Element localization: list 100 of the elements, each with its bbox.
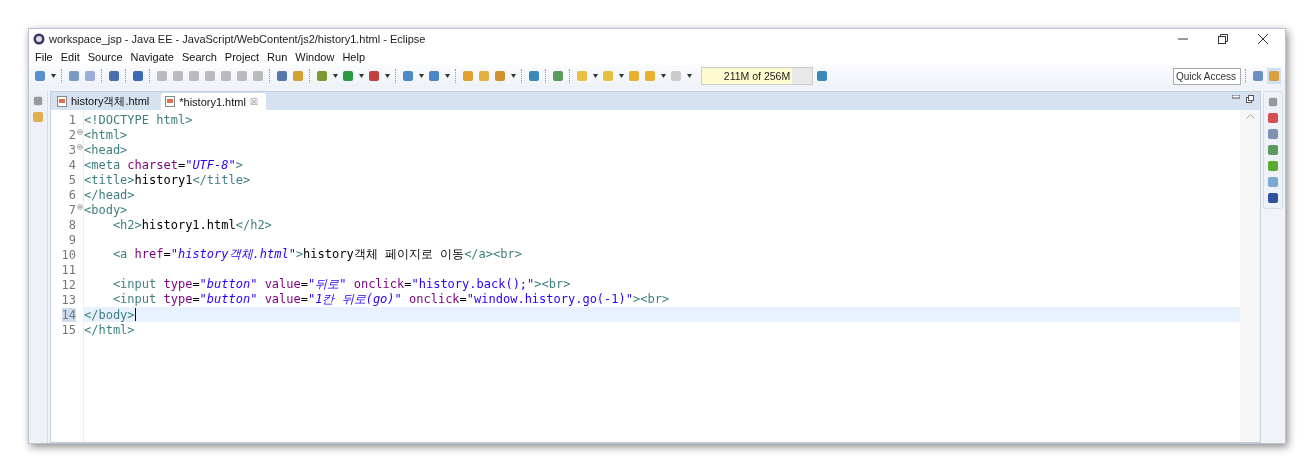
- toolbar-button[interactable]: [131, 68, 145, 84]
- line-number: 8: [68, 217, 76, 232]
- view-icon: [1267, 176, 1279, 188]
- code-line: </body>: [84, 307, 135, 322]
- toolbar-button[interactable]: [527, 68, 541, 84]
- code-line: <!DOCTYPE html>: [84, 112, 193, 127]
- dropdown-caret-icon: [332, 74, 338, 78]
- toolbar-button[interactable]: [275, 68, 289, 84]
- toolbar-icon: [428, 70, 440, 82]
- close-tab-icon[interactable]: ☒: [249, 96, 258, 107]
- line-number: 4: [68, 157, 76, 172]
- code-line: </head>: [84, 187, 135, 202]
- menu-item[interactable]: File: [31, 51, 57, 63]
- toolbar-icon: [84, 70, 96, 82]
- code-line: <a href="history객체.html">history객체 페이지로 이동</a><br>: [111, 246, 522, 263]
- toolbar-button[interactable]: [291, 68, 305, 84]
- collapse-icon[interactable]: [77, 144, 83, 150]
- toolbar-icon: [816, 70, 828, 82]
- toolbar-icon: [1268, 70, 1280, 82]
- code-line: <input type="button" value="뒤로" onclick="history.back();"><br>: [111, 276, 571, 293]
- app-icon: [33, 33, 45, 45]
- toolbar-icon: [220, 70, 232, 82]
- toolbar-icon: [628, 70, 640, 82]
- line-number: 5: [68, 172, 76, 187]
- line-number: 1: [68, 112, 76, 127]
- toolbar-button[interactable]: [367, 68, 381, 84]
- collapse-icon[interactable]: [77, 204, 83, 210]
- toolbar-icon: [552, 70, 564, 82]
- toolbar-icon: [204, 70, 216, 82]
- toolbar-icon: [1252, 70, 1264, 82]
- toolbar-icon: [292, 70, 304, 82]
- toolbar-icon: [644, 70, 656, 82]
- html-file-icon: [57, 96, 67, 107]
- dropdown-caret-icon: [592, 74, 598, 78]
- quick-access-field[interactable]: Quick Access: [1173, 67, 1241, 85]
- menu-item[interactable]: Run: [263, 51, 292, 63]
- scroll-up-icon[interactable]: [1245, 114, 1255, 119]
- menu-item[interactable]: Edit: [56, 51, 84, 63]
- toolbar-icon: [528, 70, 540, 82]
- view-icon: [1267, 192, 1279, 204]
- line-number: 14: [61, 307, 76, 322]
- menu-item[interactable]: Project: [220, 51, 264, 63]
- code-line: <head>: [84, 142, 128, 157]
- code-line: <title>history1</title>: [84, 172, 251, 187]
- toolbar-icon: [602, 70, 614, 82]
- menu-item[interactable]: Search: [178, 51, 221, 63]
- dropdown-caret-icon: [50, 74, 56, 78]
- line-number: 6: [68, 187, 76, 202]
- toolbar-icon: [108, 70, 120, 82]
- garbage-collect-button[interactable]: [815, 68, 829, 84]
- perspective-button[interactable]: [1251, 68, 1265, 84]
- perspective-button[interactable]: [1267, 68, 1281, 84]
- toolbar-icon: [252, 70, 264, 82]
- editor-tab[interactable]: history객체.html: [53, 93, 158, 110]
- toolbar-button[interactable]: [83, 68, 97, 84]
- toolbar-button[interactable]: [401, 68, 415, 84]
- line-number: 7: [68, 202, 76, 217]
- code-line: <h2>history1.html</h2>: [111, 217, 272, 232]
- toolbar-button[interactable]: [551, 68, 565, 84]
- menu-item[interactable]: Help: [338, 51, 370, 63]
- menu-item[interactable]: Window: [291, 51, 339, 63]
- view-icon: [1267, 144, 1279, 156]
- line-number: 11: [61, 262, 76, 277]
- toolbar-button[interactable]: [67, 68, 81, 84]
- html-file-icon: [165, 96, 176, 107]
- toolbar-button[interactable]: [461, 68, 475, 84]
- toolbar-icon: [172, 70, 184, 82]
- view-icon: [1267, 128, 1279, 140]
- dropdown-caret-icon: [686, 74, 692, 78]
- toolbar-icon: [478, 70, 490, 82]
- dropdown-caret-icon: [444, 74, 450, 78]
- window-title: workspace_jsp - Java EE - JavaScript/WebContent/js2/history1.html - Eclipse: [49, 33, 427, 45]
- line-number: 3: [68, 142, 76, 157]
- toolbar-icon: [462, 70, 474, 82]
- toolbar-icon: [34, 70, 46, 82]
- dropdown-caret-icon: [358, 74, 364, 78]
- close-icon[interactable]: [1258, 34, 1268, 44]
- maximize-icon[interactable]: [1246, 95, 1254, 103]
- toolbar-icon: [368, 70, 380, 82]
- heap-reading: 211M of 256M: [723, 70, 791, 82]
- toolbar-icon: [494, 70, 506, 82]
- view-icon: [1267, 160, 1279, 172]
- toolbar-button[interactable]: [107, 68, 121, 84]
- collapse-icon[interactable]: [77, 129, 83, 135]
- dropdown-caret-icon: [510, 74, 516, 78]
- minimize-icon[interactable]: [1232, 95, 1240, 99]
- toolbar-button[interactable]: [427, 68, 441, 84]
- dropdown-caret-icon: [618, 74, 624, 78]
- menu-item[interactable]: Navigate: [126, 51, 178, 63]
- toolbar-icon: [402, 70, 414, 82]
- toolbar-icon: [342, 70, 354, 82]
- editor-tab[interactable]: *history1.html ☒: [161, 93, 266, 110]
- dropdown-caret-icon: [418, 74, 424, 78]
- menu-item[interactable]: Source: [83, 51, 127, 63]
- view-icon: [1267, 112, 1279, 124]
- line-number: 13: [61, 292, 76, 307]
- toolbar-icon: [188, 70, 200, 82]
- dropdown-caret-icon: [384, 74, 390, 78]
- toolbar-icon: [132, 70, 144, 82]
- line-number: 10: [61, 247, 76, 262]
